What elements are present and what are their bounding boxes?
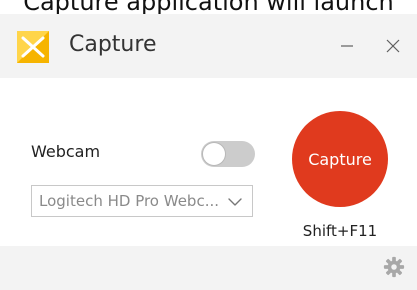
- footer-bar: [0, 246, 417, 290]
- webcam-toggle-knob: [203, 143, 225, 165]
- webcam-label: Webcam: [31, 142, 101, 161]
- capture-shortcut: Shift+F11: [302, 222, 378, 240]
- capture-window: Capture Webcam Logitech HD Pro Webc... C…: [0, 14, 417, 290]
- dialog-content: Webcam Logitech HD Pro Webc... Capture S…: [0, 78, 417, 246]
- minimize-icon: [341, 45, 353, 47]
- selected-device: Logitech HD Pro Webc...: [39, 192, 219, 210]
- minimize-button[interactable]: [330, 30, 364, 62]
- title-bar: Capture: [0, 14, 417, 78]
- capture-app-icon: [17, 31, 49, 63]
- chevron-down-icon: [228, 198, 242, 206]
- close-icon: [386, 39, 400, 53]
- app-title: Capture: [69, 32, 157, 57]
- close-button[interactable]: [376, 30, 410, 62]
- webcam-device-select[interactable]: Logitech HD Pro Webc...: [31, 185, 253, 217]
- gear-icon[interactable]: [383, 256, 405, 278]
- capture-dialog-screenshot: Capture application will launch Capture: [0, 0, 417, 290]
- webcam-toggle[interactable]: [201, 141, 255, 167]
- capture-button[interactable]: Capture: [292, 111, 388, 207]
